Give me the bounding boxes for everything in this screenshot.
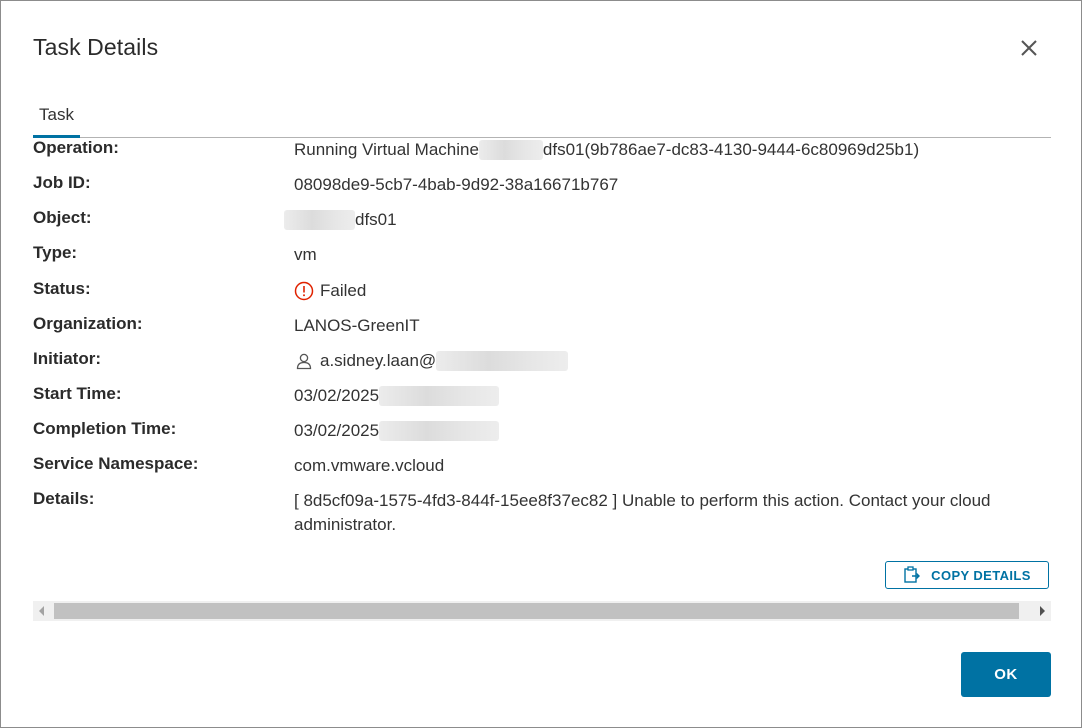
- redacted-object-prefix: [284, 210, 355, 230]
- details-label: Details:: [33, 489, 95, 508]
- service-namespace-label: Service Namespace:: [33, 454, 199, 473]
- details-value: [ 8d5cf09a-1575-4fd3-844f-15ee8f37ec82 ]…: [294, 491, 991, 534]
- operation-prefix: Running Virtual Machine: [294, 140, 479, 159]
- close-icon: [1021, 40, 1037, 56]
- initiator-value: a.sidney.laan@: [294, 349, 1034, 373]
- status-value: Failed: [294, 279, 1034, 303]
- task-details-dialog: Task Details Task Operation: Running Vir…: [0, 0, 1082, 728]
- completion-time-value: 03/02/2025: [294, 419, 1034, 443]
- completion-time-date: 03/02/2025: [294, 421, 380, 440]
- redacted-completion-time: [379, 421, 500, 441]
- object-suffix: dfs01: [355, 210, 397, 229]
- user-icon: [296, 353, 312, 370]
- service-namespace-value: com.vmware.vcloud: [294, 456, 445, 475]
- horizontal-scrollbar[interactable]: [33, 601, 1051, 621]
- start-time-value: 03/02/2025: [294, 384, 1034, 408]
- type-label: Type:: [33, 243, 78, 262]
- start-time-label: Start Time:: [33, 384, 122, 403]
- organization-value: LANOS-GreenIT: [294, 316, 420, 335]
- redacted-email-domain: [436, 351, 569, 371]
- operation-label: Operation:: [33, 138, 119, 157]
- scroll-right-arrow-icon[interactable]: [1040, 606, 1045, 616]
- initiator-label: Initiator:: [33, 349, 101, 368]
- object-value: dfs01: [284, 208, 1024, 232]
- completion-time-label: Completion Time:: [33, 419, 177, 438]
- operation-value: Running Virtual Machine dfs01(9b786ae7-d…: [294, 138, 1034, 162]
- ok-button[interactable]: OK: [961, 652, 1051, 697]
- start-time-date: 03/02/2025: [294, 386, 380, 405]
- status-text: Failed: [320, 281, 367, 300]
- redacted-start-time: [379, 386, 500, 406]
- redacted-vm-name: [478, 140, 543, 160]
- organization-label: Organization:: [33, 314, 143, 333]
- clipboard-copy-icon: [904, 566, 921, 583]
- job-id-value: 08098de9-5cb7-4bab-9d92-38a16671b767: [294, 175, 619, 194]
- copy-details-button[interactable]: COPY DETAILS: [885, 561, 1049, 589]
- dialog-title: Task Details: [33, 34, 159, 60]
- tab-task[interactable]: Task: [33, 97, 80, 138]
- status-label: Status:: [33, 279, 91, 298]
- initiator-email-prefix: a.sidney.laan@: [320, 351, 437, 370]
- tab-bar: Task: [33, 97, 1051, 138]
- object-label: Object:: [33, 208, 92, 227]
- job-id-label: Job ID:: [33, 173, 91, 192]
- scrollbar-thumb[interactable]: [54, 603, 1019, 619]
- type-value: vm: [294, 245, 317, 264]
- scroll-left-arrow-icon[interactable]: [39, 606, 44, 616]
- operation-suffix: dfs01(9b786ae7-dc83-4130-9444-6c80969d25…: [542, 140, 920, 159]
- error-circle-icon: [294, 281, 314, 301]
- copy-details-label: COPY DETAILS: [931, 567, 1031, 583]
- close-button[interactable]: [1017, 36, 1041, 60]
